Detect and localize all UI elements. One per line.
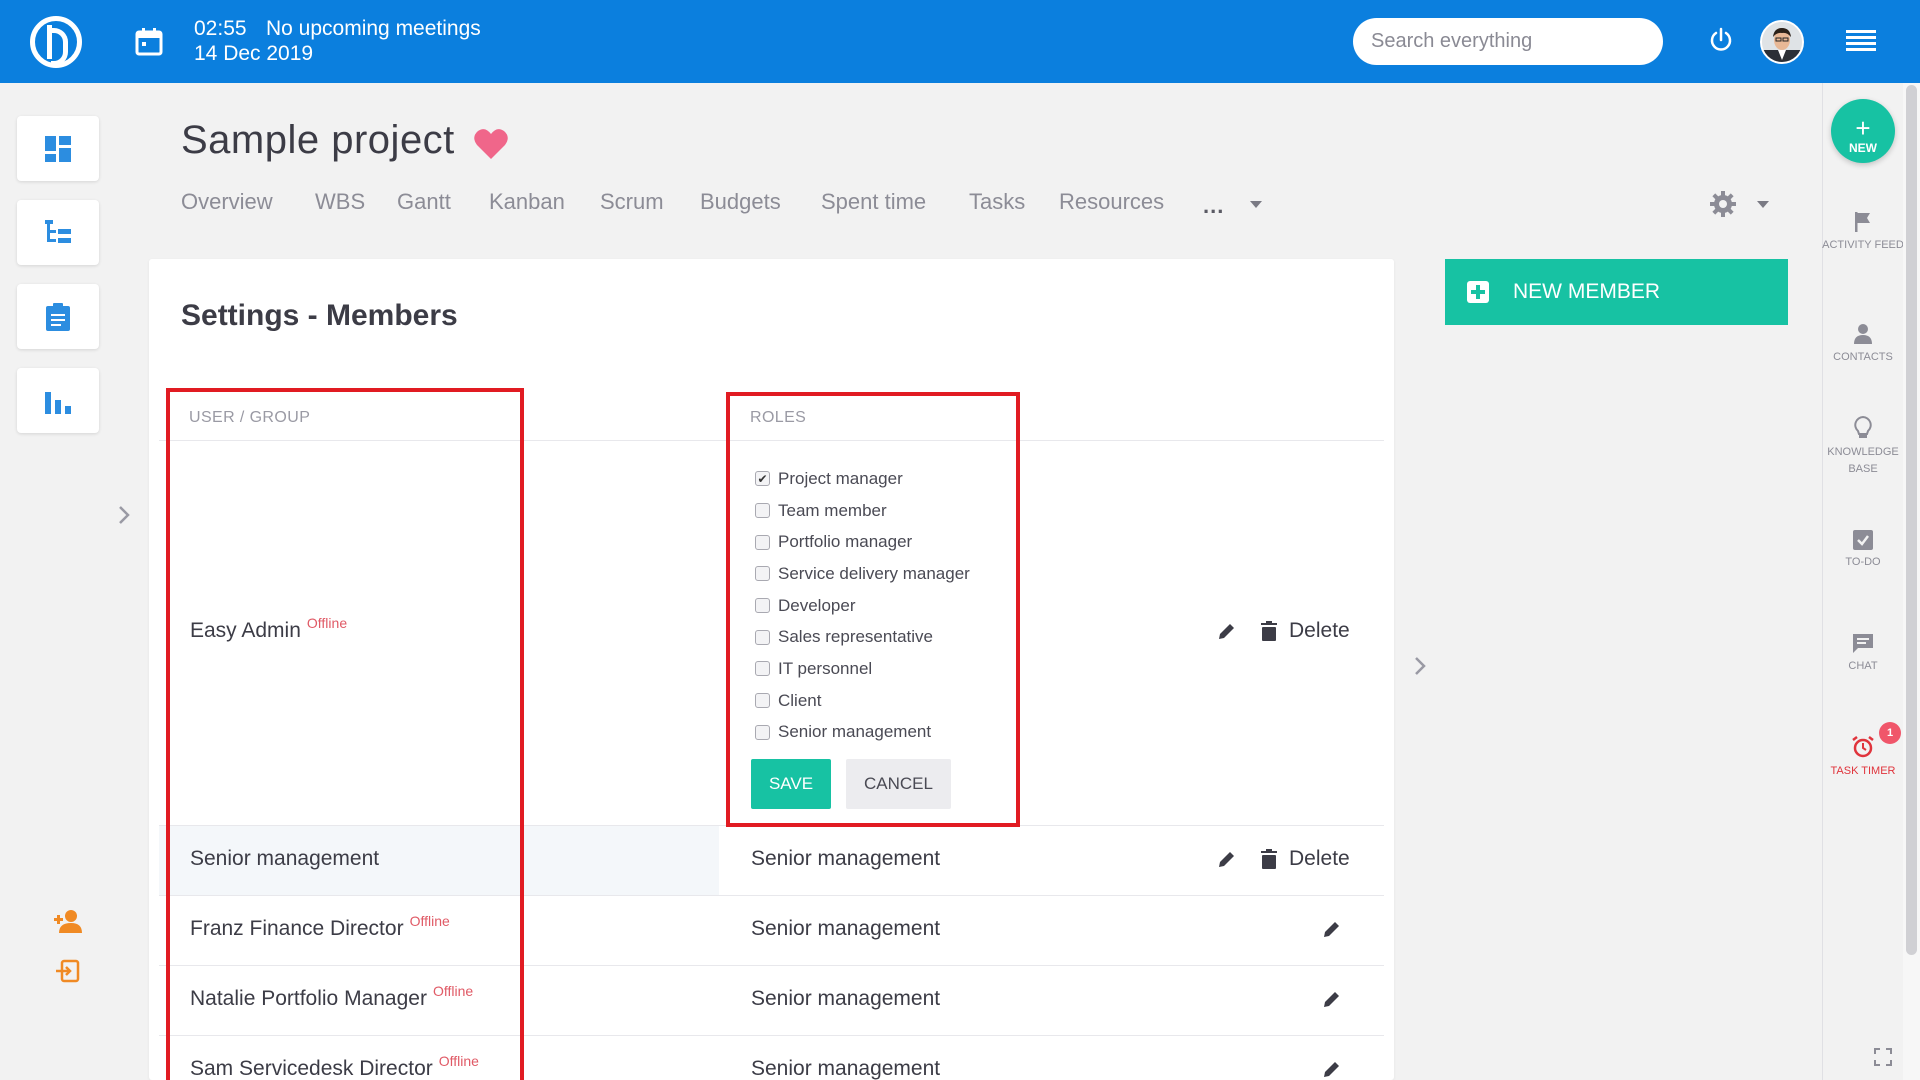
meetings-status: No upcoming meetings (266, 17, 481, 40)
chat-button[interactable]: CHAT (1822, 632, 1904, 675)
power-icon[interactable] (1708, 27, 1734, 53)
dashboard-icon (45, 135, 71, 162)
plus-icon: + (1855, 113, 1871, 143)
avatar-image-icon (1762, 22, 1802, 62)
app-logo-icon[interactable] (30, 16, 82, 68)
new-member-label: NEW MEMBER (1513, 280, 1660, 303)
activity-feed-button[interactable]: ACTIVITY FEED (1822, 211, 1904, 254)
todo-label: TO-DO (1845, 556, 1881, 568)
tab-scrum[interactable]: Scrum (600, 189, 664, 215)
add-user-icon[interactable] (54, 909, 82, 933)
edit-pencil-icon[interactable] (1322, 989, 1342, 1009)
tasks-button[interactable] (17, 284, 99, 349)
person-icon (1854, 324, 1872, 344)
annotation-box-user-column (166, 388, 524, 1080)
left-sidebar (0, 83, 130, 1080)
edit-pencil-icon[interactable] (1322, 1059, 1342, 1079)
contacts-button[interactable]: CONTACTS (1822, 323, 1904, 366)
expand-panel-chevron-icon[interactable] (1412, 655, 1428, 677)
tabs-more-caret-icon[interactable] (1250, 201, 1262, 208)
edit-pencil-icon[interactable] (1322, 919, 1342, 939)
dashboard-button[interactable] (17, 116, 99, 181)
flag-icon (1855, 212, 1870, 232)
edit-pencil-icon[interactable] (1217, 621, 1237, 641)
member-roles: Senior management (751, 1057, 941, 1080)
knowledge-base-button[interactable]: KNOWLEDGE BASE (1822, 416, 1904, 478)
clock-time: 02:55 (194, 17, 247, 40)
tab-spent-time[interactable]: Spent time (821, 189, 926, 215)
activity-feed-label: ACTIVITY FEED (1822, 239, 1904, 251)
hamburger-menu-icon[interactable] (1846, 30, 1876, 52)
member-roles: Senior management (751, 917, 941, 940)
new-fab-button[interactable]: + NEW (1831, 99, 1895, 163)
user-avatar[interactable] (1760, 20, 1804, 64)
edit-pencil-icon[interactable] (1217, 849, 1237, 869)
reports-button[interactable] (17, 368, 99, 433)
contacts-label: CONTACTS (1833, 351, 1893, 363)
favorite-heart-icon[interactable] (473, 127, 509, 161)
expand-sidebar-chevron-icon[interactable] (114, 503, 134, 527)
member-roles: Senior management (751, 847, 941, 870)
chat-bubble-icon (1853, 634, 1873, 653)
new-fab-label: NEW (1849, 141, 1877, 155)
card-title: Settings - Members (181, 299, 458, 332)
member-roles: Senior management (751, 987, 941, 1010)
tab-gantt[interactable]: Gantt (397, 189, 451, 215)
clock-date: 14 Dec 2019 (194, 42, 314, 65)
search-input[interactable] (1353, 18, 1663, 65)
chat-label: CHAT (1848, 660, 1878, 672)
plus-square-icon (1467, 281, 1489, 303)
lightbulb-icon (1854, 416, 1872, 438)
task-timer-label: TASK TIMER (1830, 765, 1896, 777)
login-icon[interactable] (54, 959, 82, 983)
tab-resources[interactable]: Resources (1059, 189, 1164, 215)
new-member-button[interactable]: NEW MEMBER (1445, 259, 1788, 325)
top-bar: 02:55 No upcoming meetings 14 Dec 2019 (0, 0, 1920, 83)
tab-budgets[interactable]: Budgets (700, 189, 781, 215)
tab-tasks[interactable]: Tasks (969, 189, 1025, 215)
knowledge-base-label: KNOWLEDGE BASE (1827, 446, 1899, 475)
members-card: Settings - Members USER / GROUP ROLES Ea… (149, 259, 1394, 1080)
settings-caret-icon[interactable] (1757, 201, 1769, 208)
trash-icon[interactable] (1261, 849, 1277, 869)
delete-button[interactable]: Delete (1289, 619, 1350, 643)
delete-button[interactable]: Delete (1289, 847, 1350, 871)
clock-widget[interactable]: 02:55 No upcoming meetings 14 Dec 2019 (194, 16, 481, 66)
page-scrollbar-thumb[interactable] (1906, 85, 1917, 955)
wbs-button[interactable] (17, 200, 99, 265)
tab-kanban[interactable]: Kanban (489, 189, 565, 215)
clipboard-icon (46, 302, 70, 331)
tab-overview[interactable]: Overview (181, 189, 273, 215)
alarm-clock-icon (1852, 736, 1874, 758)
checklist-icon (1853, 530, 1873, 550)
tab-wbs[interactable]: WBS (315, 189, 365, 215)
settings-gear-icon[interactable] (1709, 190, 1737, 218)
timer-count-badge: 1 (1879, 722, 1901, 744)
todo-button[interactable]: TO-DO (1822, 528, 1904, 571)
bar-chart-icon (45, 391, 71, 414)
annotation-box-roles-editor (726, 392, 1020, 827)
trash-icon[interactable] (1261, 621, 1277, 641)
tree-structure-icon (45, 219, 71, 243)
tabs-more-button[interactable]: ... (1203, 193, 1224, 219)
fullscreen-icon[interactable] (1874, 1048, 1892, 1066)
project-title: Sample project (181, 118, 455, 162)
calendar-icon[interactable] (134, 27, 164, 57)
